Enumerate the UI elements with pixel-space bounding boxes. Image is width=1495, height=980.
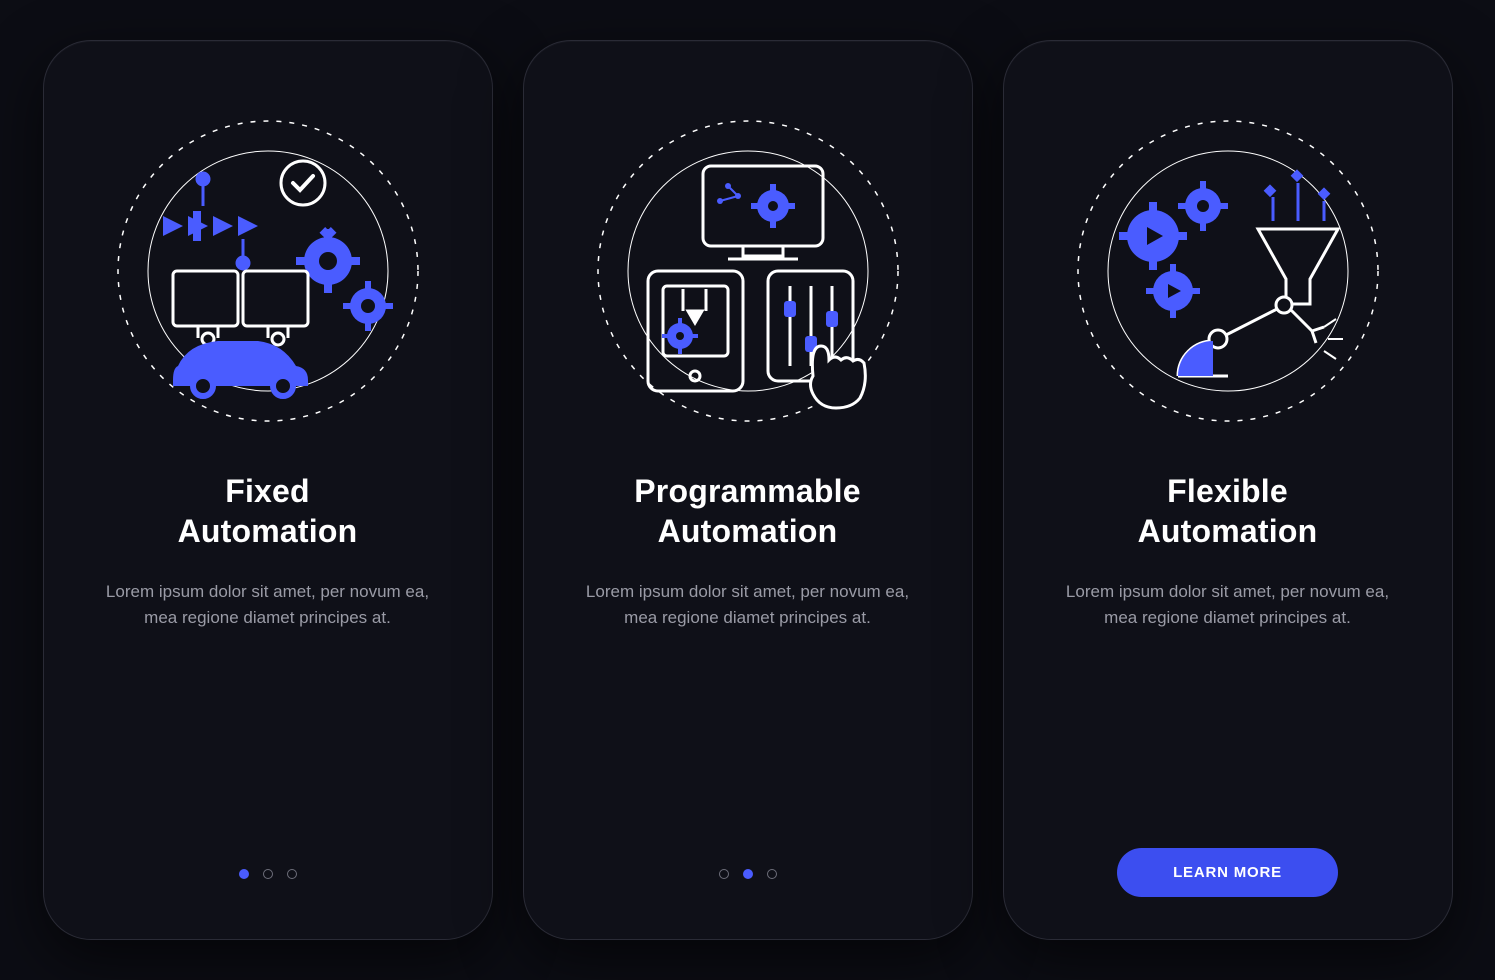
pagination [719,869,777,879]
card-title: FixedAutomation [178,471,358,551]
page-dot-3[interactable] [287,869,297,879]
onboarding-card-flexible: FlexibleAutomation Lorem ipsum dolor sit… [1003,40,1453,940]
page-dot-1[interactable] [719,869,729,879]
card-desc: Lorem ipsum dolor sit amet, per novum ea… [98,579,438,632]
fixed-automation-icon [108,111,428,431]
page-dot-1[interactable] [239,869,249,879]
pagination [239,869,297,879]
programmable-automation-icon [588,111,908,431]
page-dot-2[interactable] [743,869,753,879]
onboarding-card-fixed: FixedAutomation Lorem ipsum dolor sit am… [43,40,493,940]
card-desc: Lorem ipsum dolor sit amet, per novum ea… [1058,579,1398,632]
card-desc: Lorem ipsum dolor sit amet, per novum ea… [578,579,918,632]
page-dot-3[interactable] [767,869,777,879]
flexible-automation-icon [1068,111,1388,431]
onboarding-card-programmable: ProgrammableAutomation Lorem ipsum dolor… [523,40,973,940]
learn-more-button[interactable]: LEARN MORE [1117,848,1338,897]
card-title: ProgrammableAutomation [634,471,860,551]
page-dot-2[interactable] [263,869,273,879]
card-title: FlexibleAutomation [1138,471,1318,551]
